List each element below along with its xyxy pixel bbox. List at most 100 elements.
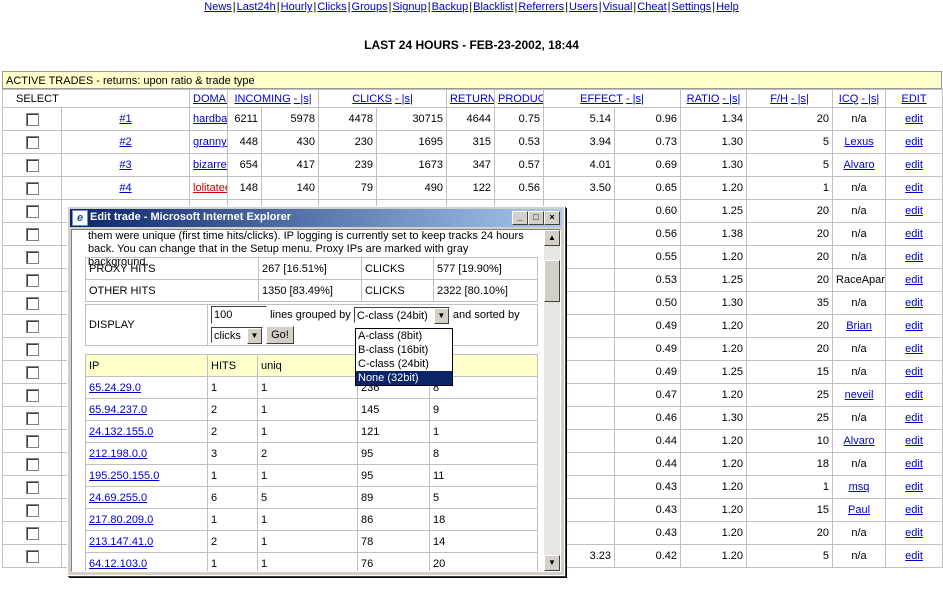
trade-id-link[interactable]: #3 xyxy=(119,159,131,171)
minimize-button[interactable]: _ xyxy=(512,211,528,225)
nav-link-settings[interactable]: Settings xyxy=(671,1,711,13)
select-checkbox[interactable] xyxy=(25,319,39,333)
ip-link[interactable]: 24.69.255.0 xyxy=(89,492,147,504)
nav-link-help[interactable]: Help xyxy=(716,1,739,13)
domain-link[interactable]: bizarresource.com xyxy=(193,159,227,171)
header-edit-link[interactable]: EDIT xyxy=(902,93,927,105)
ip-link[interactable]: 195.250.155.0 xyxy=(89,470,159,482)
icq-value[interactable]: Paul xyxy=(848,504,870,516)
sort-select[interactable]: clicks ▼ xyxy=(211,327,263,345)
group-option[interactable]: C-class (24bit) xyxy=(356,357,452,371)
select-cell[interactable] xyxy=(2,268,62,292)
icq-value[interactable]: Lexus xyxy=(844,136,873,148)
edit-link[interactable]: edit xyxy=(905,297,923,309)
select-checkbox[interactable] xyxy=(25,526,39,540)
select-cell[interactable] xyxy=(2,314,62,338)
select-cell[interactable] xyxy=(2,498,62,522)
select-cell[interactable] xyxy=(2,176,62,200)
select-cell[interactable] xyxy=(2,337,62,361)
select-checkbox[interactable] xyxy=(25,135,39,149)
edit-link[interactable]: edit xyxy=(905,527,923,539)
select-checkbox[interactable] xyxy=(25,112,39,126)
header-effect-link[interactable]: EFFECT xyxy=(580,93,623,105)
nav-link-visual[interactable]: Visual xyxy=(603,1,633,13)
header-clicks-link[interactable]: CLICKS xyxy=(352,93,392,105)
select-cell[interactable] xyxy=(2,544,62,568)
edit-link[interactable]: edit xyxy=(905,274,923,286)
ip-link[interactable]: 217.80.209.0 xyxy=(89,514,153,526)
select-checkbox[interactable] xyxy=(25,181,39,195)
select-checkbox[interactable] xyxy=(25,296,39,310)
domain-link[interactable]: hardbabes.com xyxy=(193,113,227,125)
nav-link-backup[interactable]: Backup xyxy=(432,1,469,13)
scroll-up-icon[interactable]: ▲ xyxy=(544,230,560,246)
scroll-thumb[interactable] xyxy=(544,260,560,302)
select-cell[interactable] xyxy=(2,153,62,177)
group-option[interactable]: None (32bit) xyxy=(356,371,452,385)
go-button[interactable]: Go! xyxy=(266,326,294,345)
ip-link[interactable]: 65.94.237.0 xyxy=(89,404,147,416)
select-cell[interactable] xyxy=(2,107,62,131)
edit-link[interactable]: edit xyxy=(905,458,923,470)
header-effect-sort[interactable]: - |s| xyxy=(626,93,644,105)
vertical-scrollbar[interactable]: ▲ ▼ xyxy=(544,230,560,571)
nav-link-last24h[interactable]: Last24h xyxy=(237,1,276,13)
select-checkbox[interactable] xyxy=(25,273,39,287)
icq-value[interactable]: Alvaro xyxy=(843,159,874,171)
select-cell[interactable] xyxy=(2,199,62,223)
select-cell[interactable] xyxy=(2,406,62,430)
header-domain-link[interactable]: DOMAIN NAME xyxy=(193,93,227,105)
group-option[interactable]: A-class (8bit) xyxy=(356,329,452,343)
header-incoming-sort[interactable]: - |s| xyxy=(294,93,312,105)
ip-link[interactable]: 212.198.0.0 xyxy=(89,448,147,460)
trade-id-link[interactable]: #1 xyxy=(119,113,131,125)
lines-input[interactable] xyxy=(211,306,267,324)
close-button[interactable]: × xyxy=(544,211,560,225)
select-cell[interactable] xyxy=(2,245,62,269)
select-checkbox[interactable] xyxy=(25,549,39,563)
select-cell[interactable] xyxy=(2,360,62,384)
icq-value[interactable]: Brian xyxy=(846,320,872,332)
select-checkbox[interactable] xyxy=(25,411,39,425)
select-checkbox[interactable] xyxy=(25,388,39,402)
trade-id-link[interactable]: #2 xyxy=(119,136,131,148)
select-checkbox[interactable] xyxy=(25,480,39,494)
edit-link[interactable]: edit xyxy=(905,136,923,148)
select-cell[interactable] xyxy=(2,222,62,246)
ip-link[interactable]: 64.12.103.0 xyxy=(89,558,147,570)
ip-link[interactable]: 213.147.41.0 xyxy=(89,536,153,548)
ip-link[interactable]: 65.24.29.0 xyxy=(89,382,141,394)
edit-link[interactable]: edit xyxy=(905,504,923,516)
edit-link[interactable]: edit xyxy=(905,159,923,171)
header-incoming-link[interactable]: INCOMING xyxy=(234,93,290,105)
nav-link-signup[interactable]: Signup xyxy=(392,1,426,13)
edit-link[interactable]: edit xyxy=(905,481,923,493)
edit-link[interactable]: edit xyxy=(905,550,923,562)
header-fh-link[interactable]: F/H xyxy=(770,93,788,105)
select-checkbox[interactable] xyxy=(25,434,39,448)
edit-link[interactable]: edit xyxy=(905,389,923,401)
header-ratio-sort[interactable]: - |s| xyxy=(722,93,740,105)
domain-link[interactable]: lolitateenz.com xyxy=(193,182,227,194)
group-option[interactable]: B-class (16bit) xyxy=(356,343,452,357)
header-icq-sort[interactable]: - |s| xyxy=(861,93,879,105)
group-select[interactable]: C-class (24bit) ▼ xyxy=(353,307,450,325)
ip-link[interactable]: 24.132.155.0 xyxy=(89,426,153,438)
maximize-button[interactable]: □ xyxy=(528,211,544,225)
header-icq-link[interactable]: ICQ xyxy=(839,93,859,105)
edit-link[interactable]: edit xyxy=(905,228,923,240)
nav-link-hourly[interactable]: Hourly xyxy=(281,1,313,13)
edit-link[interactable]: edit xyxy=(905,113,923,125)
nav-link-blacklist[interactable]: Blacklist xyxy=(473,1,513,13)
select-checkbox[interactable] xyxy=(25,503,39,517)
edit-link[interactable]: edit xyxy=(905,320,923,332)
edit-link[interactable]: edit xyxy=(905,251,923,263)
window-titlebar[interactable]: e Edit trade - Microsoft Internet Explor… xyxy=(70,209,562,227)
header-ratio-link[interactable]: RATIO xyxy=(687,93,720,105)
select-checkbox[interactable] xyxy=(25,204,39,218)
icq-value[interactable]: Alvaro xyxy=(843,435,874,447)
edit-link[interactable]: edit xyxy=(905,366,923,378)
select-checkbox[interactable] xyxy=(25,158,39,172)
trade-id-link[interactable]: #4 xyxy=(119,182,131,194)
edit-link[interactable]: edit xyxy=(905,182,923,194)
